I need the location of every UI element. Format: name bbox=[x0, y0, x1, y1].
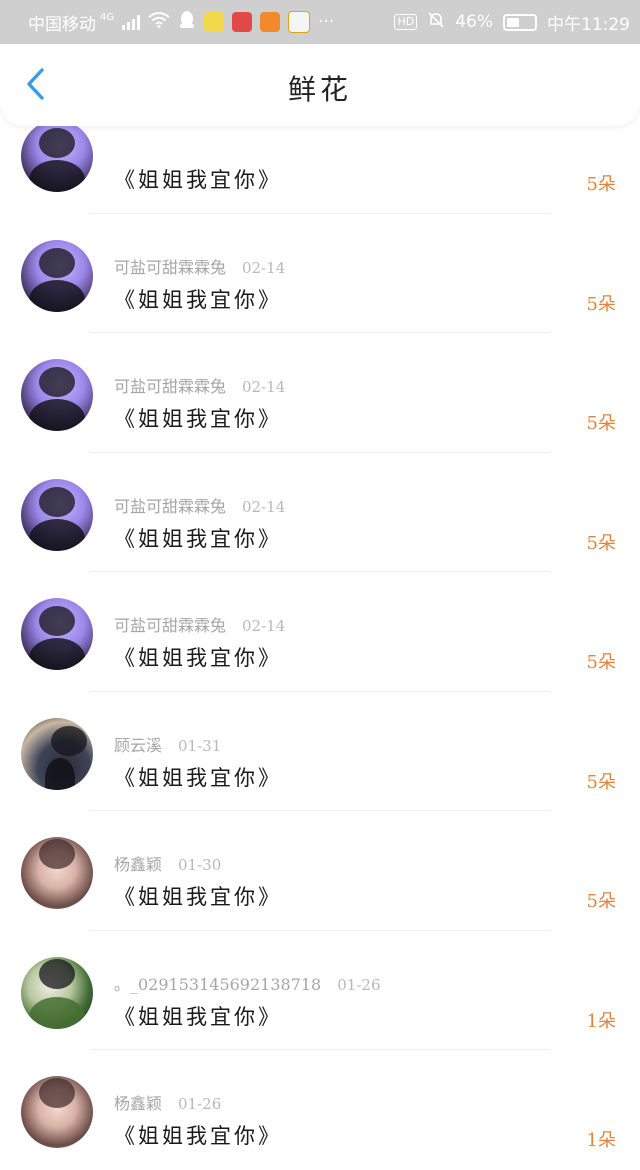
gift-meta: 顾云溪 01-31 bbox=[114, 732, 221, 756]
username: 顾云溪 bbox=[114, 735, 163, 755]
avatar[interactable] bbox=[21, 239, 93, 312]
flower-count: 5朵 bbox=[586, 413, 616, 434]
list-item[interactable]: 可盐可甜霖霖兔 02-14 《姐姐我宜你》 5朵 bbox=[0, 214, 640, 333]
avatar[interactable] bbox=[21, 837, 93, 909]
flower-count: 5朵 bbox=[586, 532, 616, 554]
signal-icon bbox=[122, 14, 141, 30]
gift-meta: 可盐可甜霖霖兔 02-14 bbox=[114, 612, 285, 636]
more-notifications-icon: ··· bbox=[318, 12, 335, 32]
avatar[interactable] bbox=[21, 717, 93, 790]
list-item[interactable]: 可盐可甜霖霖兔 02-14 《姐姐我宜你》 5朵 bbox=[0, 453, 640, 572]
username: 杨鑫颖 bbox=[114, 1094, 163, 1113]
book-title: 《姐姐我宜你》 bbox=[114, 407, 282, 431]
gift-meta: 可盐可甜霖霖兔 02-14 bbox=[114, 373, 285, 397]
username: 可盐可甜霖霖兔 bbox=[114, 616, 227, 635]
gift-date: 01-30 bbox=[178, 856, 222, 874]
username: 。_029153145692138718 bbox=[114, 974, 322, 994]
list-item[interactable]: 可盐可甜霖霖兔 02-14 《姐姐我宜你》 5朵 bbox=[0, 333, 640, 453]
flower-count: 5朵 bbox=[586, 771, 616, 793]
avatar[interactable] bbox=[21, 1076, 93, 1148]
list-item[interactable]: 顾云溪 01-31 《姐姐我宜你》 5朵 bbox=[0, 692, 640, 811]
wifi-icon bbox=[148, 11, 170, 33]
gift-meta bbox=[114, 134, 130, 153]
book-title: 《姐姐我宜你》 bbox=[114, 526, 282, 551]
qq-icon bbox=[178, 10, 196, 35]
clock: 中午11:29 bbox=[547, 14, 630, 35]
book-title: 《姐姐我宜你》 bbox=[114, 765, 282, 790]
app-icon-red bbox=[232, 12, 253, 32]
book-title: 《姐姐我宜你》 bbox=[114, 1124, 282, 1148]
username: 杨鑫颖 bbox=[114, 855, 163, 874]
status-bar: 中国移动 4G ··· HD 46% 中午11:29 bbox=[0, 0, 640, 44]
avatar[interactable] bbox=[21, 120, 93, 192]
list-item[interactable]: 杨鑫颖 01-30 《姐姐我宜你》 5朵 bbox=[0, 811, 640, 931]
book-title: 《姐姐我宜你》 bbox=[114, 646, 282, 670]
flower-count: 5朵 bbox=[586, 174, 616, 195]
book-title: 《姐姐我宜你》 bbox=[114, 168, 282, 192]
gift-meta: 可盐可甜霖霖兔 02-14 bbox=[114, 254, 285, 278]
app-icon-yellow bbox=[204, 12, 225, 32]
username: 可盐可甜霖霖兔 bbox=[114, 377, 227, 396]
header-bar: 鲜花 bbox=[0, 44, 640, 126]
play-app-icon bbox=[260, 12, 281, 32]
network-label: 4G bbox=[100, 11, 115, 23]
book-title: 《姐姐我宜你》 bbox=[114, 287, 282, 312]
book-title: 《姐姐我宜你》 bbox=[114, 885, 282, 909]
flower-count: 1朵 bbox=[586, 1010, 616, 1032]
gift-date: 02-14 bbox=[242, 497, 286, 516]
flower-count: 5朵 bbox=[586, 891, 616, 912]
hd-badge: HD bbox=[394, 14, 418, 30]
flower-count: 1朵 bbox=[586, 1130, 616, 1151]
username: 可盐可甜霖霖兔 bbox=[114, 496, 227, 516]
carrier-label: 中国移动 bbox=[28, 14, 96, 35]
battery-percent: 46% bbox=[455, 12, 493, 32]
gift-date: 01-26 bbox=[337, 975, 381, 994]
weibo-icon bbox=[288, 11, 311, 33]
gift-date: 02-14 bbox=[242, 378, 286, 396]
gift-date: 02-14 bbox=[242, 258, 286, 277]
flower-count: 5朵 bbox=[586, 293, 616, 315]
gift-meta: 杨鑫颖 01-30 bbox=[114, 851, 221, 875]
username: 可盐可甜霖霖兔 bbox=[114, 257, 227, 277]
gift-meta: 杨鑫颖 01-26 bbox=[114, 1090, 221, 1114]
avatar[interactable] bbox=[21, 478, 93, 551]
gift-meta: 。_029153145692138718 01-26 bbox=[114, 971, 381, 995]
flower-gift-list: 《姐姐我宜你》 5朵 可盐可甜霖霖兔 02-14 《姐姐我宜你》 5朵 可盐可甜霖… bbox=[0, 94, 640, 1170]
book-title: 《姐姐我宜你》 bbox=[114, 1004, 282, 1029]
list-item[interactable]: 。_029153145692138718 01-26 《姐姐我宜你》 1朵 bbox=[0, 931, 640, 1050]
gift-date: 01-26 bbox=[178, 1095, 222, 1113]
list-item[interactable]: 可盐可甜霖霖兔 02-14 《姐姐我宜你》 5朵 bbox=[0, 572, 640, 692]
avatar[interactable] bbox=[21, 598, 93, 670]
gift-meta: 可盐可甜霖霖兔 02-14 bbox=[114, 493, 285, 517]
gift-date: 02-14 bbox=[242, 617, 286, 635]
flower-count: 5朵 bbox=[586, 652, 616, 673]
avatar[interactable] bbox=[21, 956, 93, 1029]
gift-date: 01-31 bbox=[178, 736, 222, 755]
mute-bell-icon bbox=[427, 11, 445, 34]
avatar[interactable] bbox=[21, 359, 93, 431]
list-item[interactable]: 杨鑫颖 01-26 《姐姐我宜你》 1朵 bbox=[0, 1050, 640, 1170]
battery-icon bbox=[503, 13, 537, 31]
page-title: 鲜花 bbox=[287, 73, 352, 106]
